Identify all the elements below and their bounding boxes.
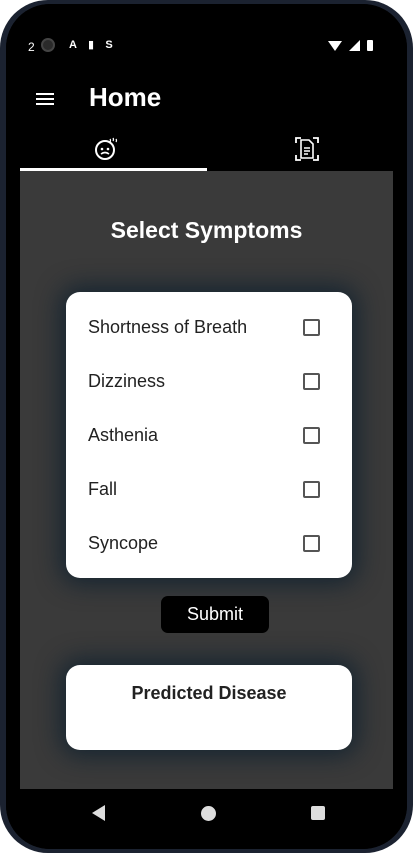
symptom-checkbox[interactable] [303,534,320,552]
symptom-label: Syncope [88,532,159,553]
symptom-label: Dizziness [88,370,166,391]
symptom-checkbox[interactable] [303,372,320,390]
symptom-label: Shortness of Breath [88,316,248,337]
menu-icon[interactable] [36,90,58,108]
tab-bar [6,126,407,171]
symptom-checkbox[interactable] [303,426,320,444]
tab-report[interactable] [207,126,408,171]
device-screen: 2 A ▮ S Home Select Symptoms Shortness o… [6,4,407,849]
status-bar: 2 A ▮ S [6,4,407,82]
device-frame: 2 A ▮ S Home Select Symptoms Shortness o… [0,0,413,853]
tab-symptoms[interactable] [6,126,207,171]
recents-icon[interactable] [311,806,325,820]
battery-icon [367,40,373,51]
notification-icon: A [69,39,77,51]
list-item[interactable]: Syncope [66,516,352,570]
status-time: 2 [28,40,35,54]
list-item[interactable]: Dizziness [66,354,352,408]
submit-button[interactable]: Submit [161,596,269,633]
sick-face-icon [95,137,118,160]
back-icon[interactable] [92,805,105,821]
system-nav-bar [6,789,407,849]
document-scan-icon [294,136,319,161]
notification-icons: A ▮ S [68,40,114,51]
symptom-label: Asthenia [88,424,159,445]
symptom-checkbox[interactable] [303,480,320,498]
main-content: Select Symptoms Shortness of Breath Dizz… [20,171,393,789]
home-icon[interactable] [201,806,216,821]
list-item[interactable]: Fall [66,462,352,516]
app-bar: Home [6,82,407,126]
system-icons [328,40,373,51]
page-title: Home [89,82,162,112]
notification-icon: ▮ [87,39,95,51]
notification-icon: S [105,39,113,51]
signal-icon [349,40,360,51]
list-item[interactable]: Asthenia [66,408,352,462]
list-item[interactable]: Shortness of Breath [66,300,352,354]
symptom-checkbox[interactable] [303,318,320,336]
camera-cutout [41,38,55,52]
wifi-icon [328,40,342,51]
section-title: Select Symptoms [110,217,303,243]
prediction-title: Predicted Disease [131,683,287,703]
prediction-card: Predicted Disease [66,665,352,750]
symptom-label: Fall [88,478,118,499]
symptom-list-card: Shortness of Breath Dizziness Asthenia F… [66,292,352,578]
